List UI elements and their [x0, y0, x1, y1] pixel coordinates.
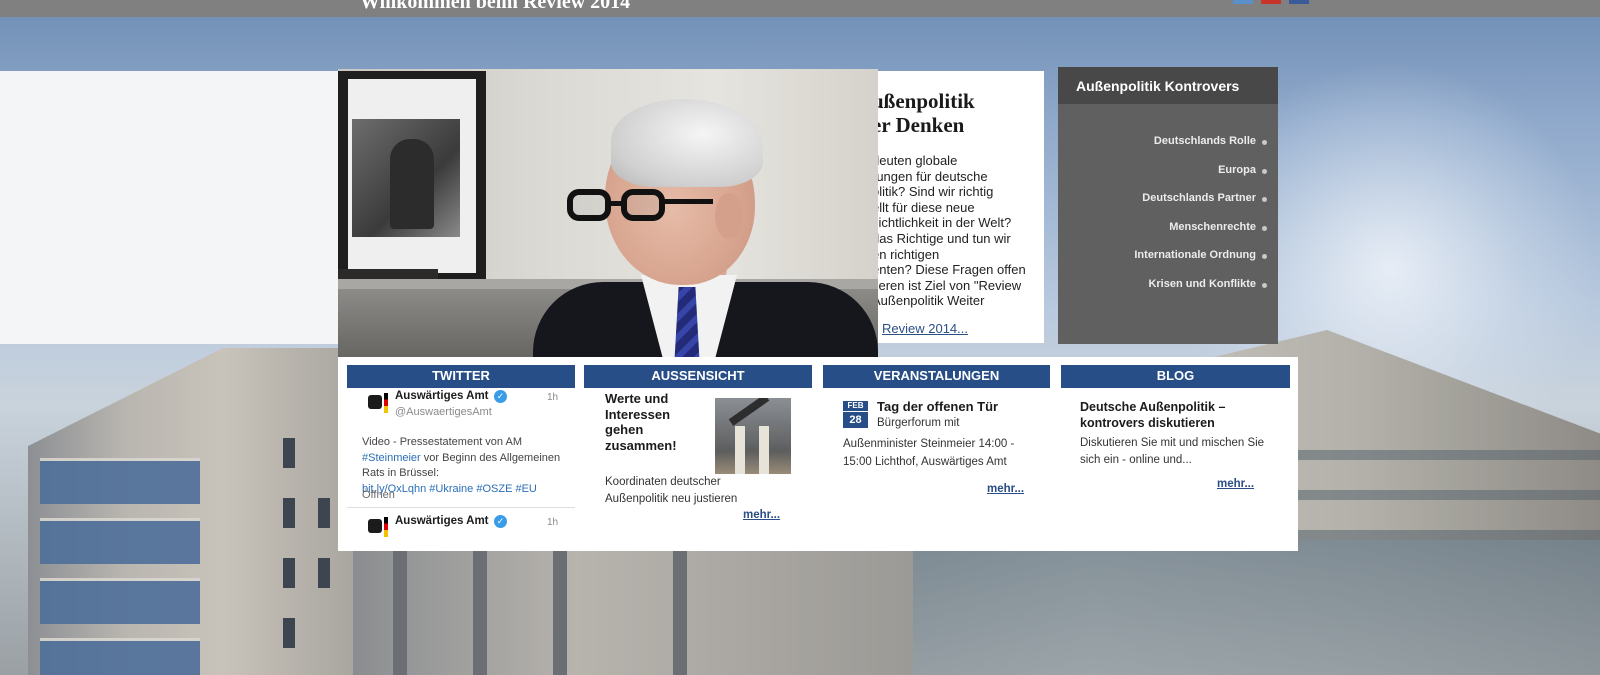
blog-text: Diskutieren Sie mit und mischen Sie sich… — [1080, 437, 1265, 466]
bullet-icon — [1262, 254, 1267, 259]
sidebar-item-europa[interactable]: Europa — [1058, 164, 1278, 193]
glasses-temple — [663, 199, 713, 204]
sidebar-item-deutschlands-rolle[interactable]: Deutschlands Rolle — [1058, 135, 1278, 164]
veranstaltungen-more-link[interactable]: mehr... — [987, 483, 1024, 495]
sidebar-title[interactable]: Außenpolitik Kontrovers — [1076, 78, 1239, 94]
frame-mat — [348, 79, 476, 273]
tweet-time: 1h — [547, 517, 559, 528]
bundesadler-logo-icon — [366, 393, 392, 413]
window-band — [40, 458, 200, 504]
twitter-share-icon[interactable] — [1233, 0, 1253, 4]
window-band — [40, 578, 200, 624]
window — [318, 558, 330, 588]
bullet-icon — [1262, 140, 1267, 145]
date-day: 28 — [849, 414, 862, 426]
speaker-ear — [715, 193, 743, 239]
gate-pillar — [735, 426, 745, 474]
bullet-icon — [1262, 282, 1267, 288]
bullet-icon — [1262, 225, 1267, 231]
aussensicht-header[interactable]: AUSSENSICHT — [584, 365, 812, 388]
building-left — [28, 348, 353, 675]
eagle-icon — [368, 395, 382, 409]
window-band — [40, 518, 200, 564]
column — [553, 540, 567, 675]
aussensicht-headline[interactable]: Werte und Interessen gehen zusammen! — [605, 391, 705, 453]
speaker-hair — [611, 99, 763, 187]
left-panel — [0, 71, 338, 344]
column — [473, 540, 487, 675]
site-title[interactable]: Willkommen beim Review 2014 — [360, 0, 630, 14]
brandenburg-gate-image[interactable] — [715, 398, 791, 474]
flag-icon — [384, 517, 388, 537]
framed-photo-figure — [390, 139, 434, 229]
sidebar-item-label: Deutschlands Rolle — [1153, 135, 1256, 147]
blog-title[interactable]: Deutsche Außenpolitik – kontrovers disku… — [1080, 399, 1260, 431]
sidebar-item-krisen-und-konflikte[interactable]: Krisen und Konflikte — [1058, 278, 1278, 307]
bullet-icon — [1262, 197, 1267, 202]
speaker-glasses — [567, 189, 713, 223]
event-subtitle: Bürgerforum mit — [877, 417, 960, 429]
article-panel: ußenpolitik er Denken deuten globale run… — [878, 71, 1044, 343]
gate-pillar — [759, 426, 769, 474]
glass-facade — [900, 540, 1600, 675]
building-middle — [353, 540, 913, 675]
tweet-open-link[interactable]: Öffnen — [362, 489, 395, 501]
window — [318, 498, 330, 528]
sidebar-kontrovers: Außenpolitik Kontrovers Deutschlands Rol… — [1058, 67, 1278, 344]
article-read-more-link[interactable]: Review 2014... — [882, 321, 968, 336]
bullet-icon — [1262, 168, 1267, 174]
tweet-hashtag[interactable]: #Steinmeier — [362, 452, 421, 464]
window-band — [40, 638, 200, 675]
flag-icon — [384, 393, 388, 413]
aussensicht-text: Koordinaten deutscher Außenpolitik neu j… — [605, 476, 738, 505]
sidebar-item-label: Deutschlands Partner — [1142, 192, 1256, 204]
window — [283, 438, 295, 468]
facebook-share-icon[interactable] — [1289, 0, 1309, 4]
tweet-divider — [347, 507, 575, 508]
tweet-text-prefix: Video - Pressestatement von AM — [362, 436, 522, 448]
twitter-header[interactable]: TWITTER — [347, 365, 575, 388]
window — [283, 498, 295, 528]
sidebar-item-label: Europa — [1218, 163, 1256, 176]
column — [393, 540, 407, 675]
sidebar-item-internationale-ordnung[interactable]: Internationale Ordnung — [1058, 249, 1278, 278]
tweet-handle[interactable]: @AuswaertigesAmt — [395, 406, 492, 418]
verified-check-icon: ✓ — [494, 390, 507, 403]
tweet-time: 1h — [547, 392, 559, 403]
tweet-text: Video - Pressestatement von AM #Steinmei… — [362, 435, 572, 497]
eagle-icon — [368, 519, 382, 533]
bundesadler-logo-icon — [366, 517, 392, 537]
sidebar-list: Deutschlands Rolle Europa Deutschlands P… — [1058, 135, 1278, 306]
aussensicht-more-link[interactable]: mehr... — [743, 509, 780, 521]
event-details: Außenminister Steinmeier 14:00 - 15:00 L… — [843, 438, 1015, 468]
youtube-share-icon[interactable] — [1261, 0, 1281, 4]
picture-frame — [338, 71, 486, 281]
column — [673, 540, 687, 675]
sidebar-item-menschenrechte[interactable]: Menschenrechte — [1058, 221, 1278, 250]
sidebar-header: Außenpolitik Kontrovers — [1058, 67, 1278, 104]
veranstaltungen-header[interactable]: VERANSTALUNGEN — [823, 365, 1050, 388]
tweet-author[interactable]: Auswärtiges Amt — [395, 390, 489, 402]
lens-left — [567, 189, 611, 221]
sidebar-item-label: Menschenrechte — [1169, 220, 1256, 233]
verified-check-icon: ✓ — [494, 515, 507, 528]
event-title[interactable]: Tag der offenen Tür — [849, 399, 998, 414]
window — [283, 618, 295, 648]
speaker — [523, 97, 878, 373]
sidebar-item-label: Krisen und Konflikte — [1148, 277, 1256, 290]
top-bar: Willkommen beim Review 2014 — [0, 0, 1600, 17]
sidebar-item-label: Internationale Ordnung — [1134, 249, 1256, 261]
blog-header[interactable]: BLOG — [1061, 365, 1290, 388]
video-player[interactable] — [338, 69, 878, 373]
sculpture-arm — [728, 398, 770, 426]
sidebar-item-deutschlands-partner[interactable]: Deutschlands Partner — [1058, 192, 1278, 221]
tweet-author[interactable]: Auswärtiges Amt — [395, 515, 489, 527]
blog-more-link[interactable]: mehr... — [1217, 478, 1254, 490]
window — [283, 558, 295, 588]
article-body: deuten globale rungen für deutsche oliti… — [878, 153, 1026, 309]
lens-right — [621, 189, 665, 221]
article-title: ußenpolitik er Denken — [878, 89, 975, 137]
content-columns: TWITTER AUSSENSICHT VERANSTALUNGEN BLOG … — [338, 357, 1298, 551]
framed-photo — [352, 119, 460, 237]
